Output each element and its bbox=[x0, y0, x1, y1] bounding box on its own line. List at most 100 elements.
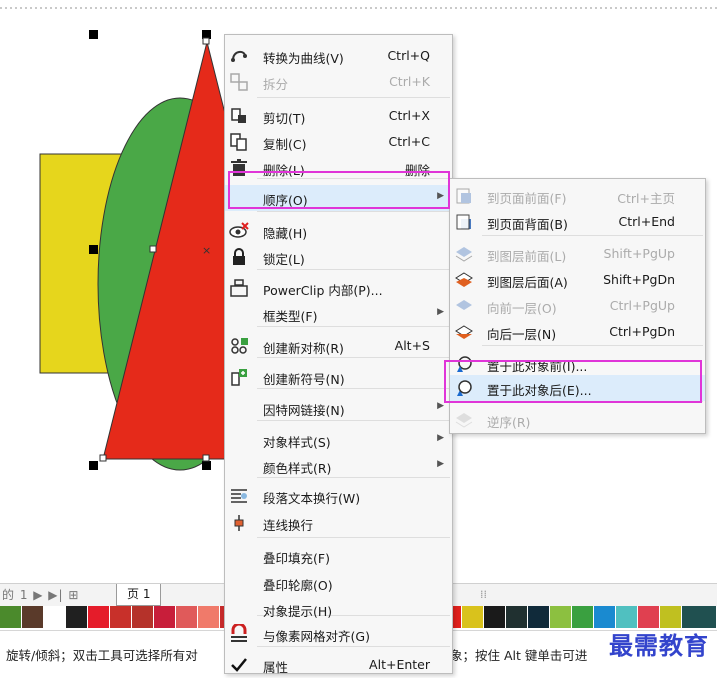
context-menu-item-11[interactable]: 创建新符号(N) bbox=[225, 364, 452, 390]
menu-item-label: 连线换行 bbox=[263, 518, 314, 533]
page-tab-1[interactable]: 页 1 bbox=[116, 584, 162, 606]
menu-item-label: 与像素网格对齐(G) bbox=[263, 629, 370, 644]
palette-swatch[interactable] bbox=[198, 606, 220, 628]
order-submenu-item-7[interactable]: 置于此对象后(E)... bbox=[450, 375, 705, 401]
palette-swatch[interactable] bbox=[462, 606, 484, 628]
context-menu-item-2[interactable]: 剪切(T) Ctrl+X bbox=[225, 103, 452, 129]
convert-curve-icon bbox=[229, 46, 249, 66]
order-submenu-item-1[interactable]: 到页面背面(B) Ctrl+End bbox=[450, 209, 705, 235]
palette-swatch[interactable] bbox=[66, 606, 88, 628]
order-submenu-item-8: 逆序(R) bbox=[450, 407, 705, 433]
context-menu-item-20[interactable]: 与像素网格对齐(G) bbox=[225, 621, 452, 647]
menu-item-label: 叠印填充(F) bbox=[263, 551, 330, 566]
scroll-grip-icon[interactable]: ⁞⁞ bbox=[480, 588, 487, 601]
palette-swatch[interactable] bbox=[682, 606, 717, 628]
palette-swatch[interactable] bbox=[0, 606, 22, 628]
context-menu-item-7[interactable]: 锁定(L) bbox=[225, 244, 452, 270]
context-menu: 转换为曲线(V) Ctrl+Q 拆分 Ctrl+K 剪切(T) Ctrl+X 复制(C) Ct… bbox=[224, 34, 453, 675]
menu-item-label: 拆分 bbox=[263, 77, 289, 92]
context-menu-item-9[interactable]: 框类型(F) ▶ bbox=[225, 301, 452, 327]
submenu-arrow-icon: ▶ bbox=[437, 433, 444, 443]
handle-bottom-middle[interactable] bbox=[202, 461, 211, 470]
palette-swatch[interactable] bbox=[572, 606, 594, 628]
context-menu-item-0[interactable]: 转换为曲线(V) Ctrl+Q bbox=[225, 43, 452, 69]
symmetry-icon bbox=[229, 336, 249, 356]
context-menu-item-21[interactable]: 属性 Alt+Enter bbox=[225, 652, 452, 678]
menu-separator bbox=[257, 537, 450, 538]
new-symbol-icon bbox=[229, 367, 249, 387]
menu-item-label: 叠印轮廓(O) bbox=[263, 578, 333, 593]
menu-item-label: 向后一层(N) bbox=[487, 327, 557, 342]
menu-item-label: 剪切(T) bbox=[263, 111, 306, 126]
menu-separator bbox=[482, 345, 703, 346]
palette-swatch[interactable] bbox=[88, 606, 110, 628]
node-bottom-center bbox=[202, 454, 210, 462]
palette-swatch[interactable] bbox=[110, 606, 132, 628]
handle-top-left[interactable] bbox=[89, 30, 98, 39]
context-menu-item-3[interactable]: 复制(C) Ctrl+C bbox=[225, 129, 452, 155]
order-submenu-item-0: 到页面前面(F) Ctrl+主页 bbox=[450, 183, 705, 209]
palette-swatch[interactable] bbox=[132, 606, 154, 628]
context-menu-item-15[interactable]: 段落文本换行(W) bbox=[225, 483, 452, 509]
context-menu-item-19[interactable]: 对象提示(H) bbox=[225, 596, 452, 622]
handle-bottom-left[interactable] bbox=[89, 461, 98, 470]
context-menu-item-18[interactable]: 叠印轮廓(O) bbox=[225, 570, 452, 596]
context-menu-item-4[interactable]: 删除(L) 删除 bbox=[225, 155, 452, 181]
status-text-left: 旋转/倾斜；双击工具可选择所有对 bbox=[6, 648, 198, 663]
menu-item-label: 转换为曲线(V) bbox=[263, 51, 344, 66]
palette-swatch[interactable] bbox=[484, 606, 506, 628]
palette-swatch[interactable] bbox=[154, 606, 176, 628]
menu-item-label: 复制(C) bbox=[263, 137, 307, 152]
context-menu-item-6[interactable]: 隐藏(H) bbox=[225, 218, 452, 244]
palette-swatch[interactable] bbox=[638, 606, 660, 628]
menu-item-label: 对象提示(H) bbox=[263, 604, 333, 619]
menu-item-label: 到图层前面(L) bbox=[487, 249, 567, 264]
to-page-back-icon bbox=[454, 212, 474, 232]
palette-swatch[interactable] bbox=[528, 606, 550, 628]
context-menu-item-13[interactable]: 对象样式(S) ▶ bbox=[225, 427, 452, 453]
menu-item-label: 向前一层(O) bbox=[487, 301, 557, 316]
status-text-right: 象；按住 Alt 键单击可进 bbox=[450, 648, 588, 663]
context-menu-item-8[interactable]: PowerClip 内部(P)... bbox=[225, 275, 452, 301]
palette-swatch[interactable] bbox=[22, 606, 44, 628]
order-submenu-item-6[interactable]: 置于此对象前(I)... bbox=[450, 351, 705, 377]
node-left bbox=[149, 245, 157, 253]
menu-item-label: 创建新符号(N) bbox=[263, 372, 345, 387]
context-menu-item-5[interactable]: 顺序(O) ▶ bbox=[225, 185, 452, 211]
forward-one-icon bbox=[454, 296, 474, 316]
palette-swatch[interactable] bbox=[506, 606, 528, 628]
palette-swatch[interactable] bbox=[616, 606, 638, 628]
connector-wrap-icon bbox=[229, 513, 249, 533]
context-menu-item-12[interactable]: 因特网链接(N) ▶ bbox=[225, 395, 452, 421]
menu-item-label: 隐藏(H) bbox=[263, 226, 308, 241]
palette-swatch[interactable] bbox=[176, 606, 198, 628]
menu-item-label: PowerClip 内部(P)... bbox=[263, 283, 383, 298]
context-menu-item-10[interactable]: 创建新对称(R) Alt+S bbox=[225, 333, 452, 359]
submenu-arrow-icon: ▶ bbox=[437, 191, 444, 201]
submenu-arrow-icon: ▶ bbox=[437, 459, 444, 469]
menu-item-label: 到页面背面(B) bbox=[487, 217, 568, 232]
context-menu-item-17[interactable]: 叠印填充(F) bbox=[225, 543, 452, 569]
submenu-arrow-icon: ▶ bbox=[437, 307, 444, 317]
palette-swatch[interactable] bbox=[550, 606, 572, 628]
menu-item-label: 因特网链接(N) bbox=[263, 403, 345, 418]
context-menu-item-14[interactable]: 颜色样式(R) ▶ bbox=[225, 453, 452, 479]
copy-icon bbox=[229, 132, 249, 152]
menu-item-shortcut: 删除 bbox=[404, 163, 430, 178]
cut-icon bbox=[229, 106, 249, 126]
reverse-order-icon bbox=[454, 410, 474, 430]
palette-swatch[interactable] bbox=[594, 606, 616, 628]
context-menu-item-16[interactable]: 连线换行 bbox=[225, 510, 452, 536]
page-nav-controls[interactable]: 的 1 ▶ ▶| ⊞ bbox=[2, 586, 79, 603]
menu-item-shortcut: Ctrl+X bbox=[388, 108, 430, 123]
order-submenu-item-5[interactable]: 向后一层(N) Ctrl+PgDn bbox=[450, 319, 705, 345]
menu-item-label: 到页面前面(F) bbox=[487, 191, 567, 206]
palette-swatch[interactable] bbox=[660, 606, 682, 628]
menu-item-label: 锁定(L) bbox=[263, 252, 305, 267]
order-submenu-item-4: 向前一层(O) Ctrl+PgUp bbox=[450, 293, 705, 319]
order-submenu-item-3[interactable]: 到图层后面(A) Shift+PgDn bbox=[450, 267, 705, 293]
palette-swatch[interactable] bbox=[44, 606, 66, 628]
center-mark: × bbox=[202, 244, 211, 257]
handle-middle-left[interactable] bbox=[89, 245, 98, 254]
checkmark-icon bbox=[229, 655, 249, 675]
